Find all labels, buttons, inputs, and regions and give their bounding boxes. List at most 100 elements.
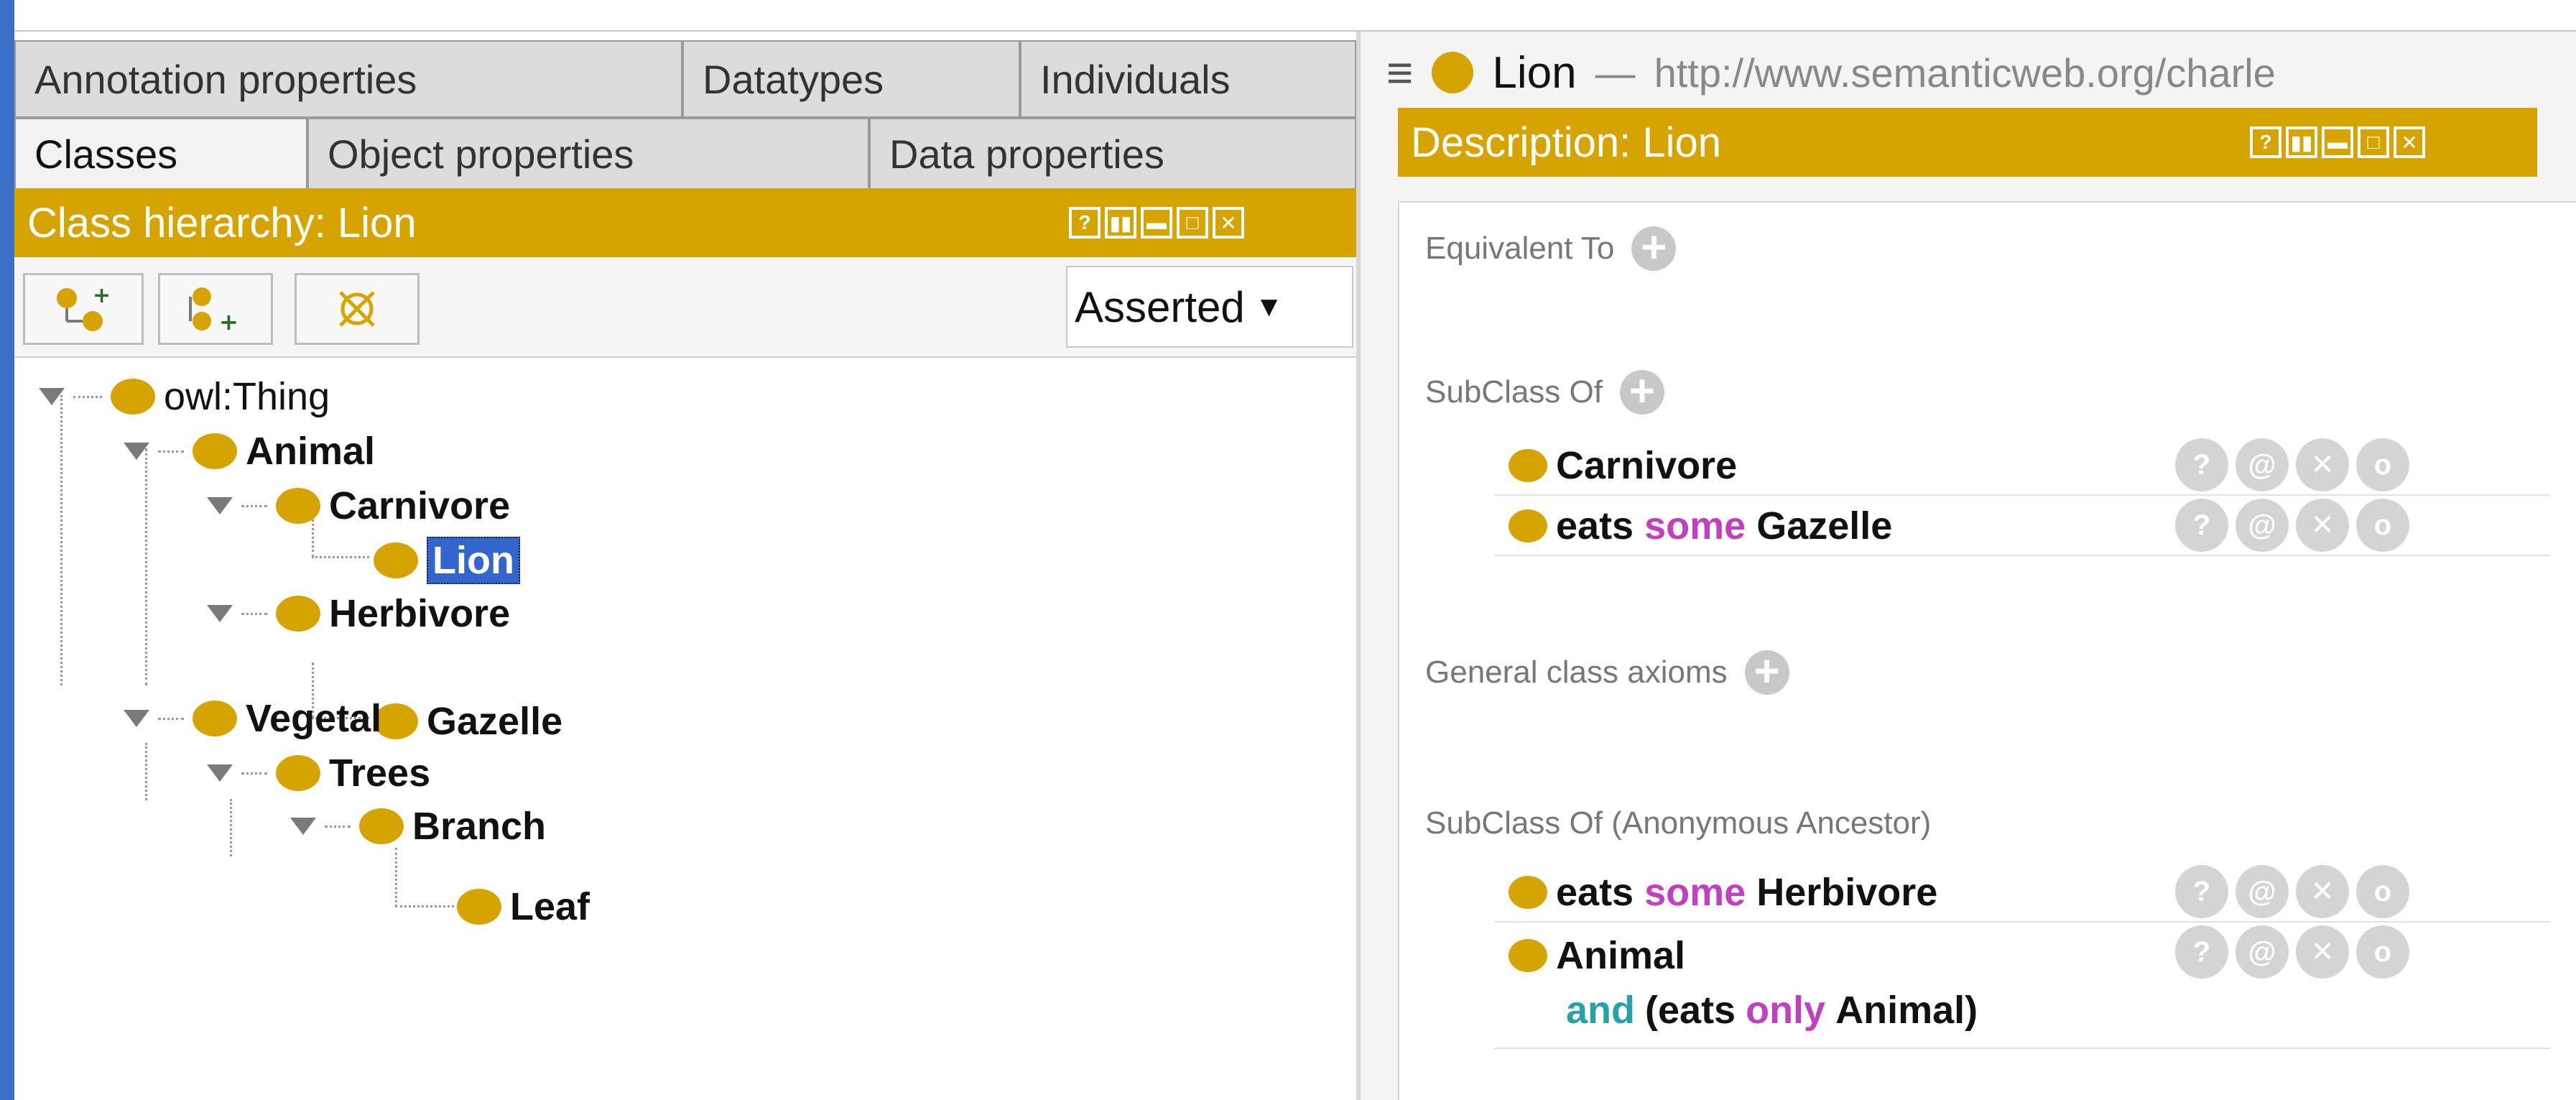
general-axioms-section: General class axioms + <box>1425 647 1789 698</box>
explain-icon[interactable]: ? <box>2175 438 2228 491</box>
tab-individuals[interactable]: Individuals <box>1020 40 1356 118</box>
close-view-icon[interactable]: ✕ <box>1213 207 1244 239</box>
keyword-only: only <box>1746 989 1826 1032</box>
explain-icon[interactable]: ? <box>2175 865 2228 918</box>
tab-datatypes[interactable]: Datatypes <box>682 40 1020 118</box>
property-name: eats <box>1556 871 1634 914</box>
chevron-down-icon: ▼ <box>1254 290 1284 323</box>
filler-class: Gazelle <box>1756 504 1893 547</box>
dropdown-value: Asserted <box>1075 282 1245 331</box>
tree-node-carnivore[interactable]: Carnivore <box>207 483 510 529</box>
explain-icon[interactable]: ? <box>2175 925 2228 979</box>
add-general-axiom-button[interactable]: + <box>1744 650 1789 695</box>
axiom-row[interactable]: Carnivore ? @ ✕ o <box>1494 435 2550 496</box>
tree-node-lion[interactable]: Lion <box>374 537 520 584</box>
expand-arrow-icon[interactable] <box>290 818 316 835</box>
add-equivalent-button[interactable]: + <box>1631 226 1677 271</box>
subclass-of-section: SubClass Of + <box>1425 366 1664 418</box>
axiom-row[interactable]: eats some Herbivore ? @ ✕ o <box>1494 862 2550 923</box>
tab-classes[interactable]: Classes <box>14 118 307 190</box>
class-hierarchy-header: Class hierarchy: Lion ? ▮▮ ▬ □ ✕ <box>14 188 1356 257</box>
keyword-some: some <box>1644 871 1746 914</box>
class-icon <box>1432 52 1474 93</box>
axiom-row[interactable]: eats some Gazelle ? @ ✕ o <box>1494 496 2550 556</box>
node-label: Animal <box>246 430 376 473</box>
expand-arrow-icon[interactable] <box>124 710 149 727</box>
help-icon[interactable]: ? <box>2250 126 2281 158</box>
add-sibling-button[interactable]: + <box>158 273 273 345</box>
maximize-icon[interactable]: □ <box>2358 126 2389 158</box>
description-header: Description: Lion ? ▮▮ ▬ □ ✕ <box>1398 108 2537 177</box>
tree-node-leaf[interactable]: Leaf <box>457 884 590 930</box>
node-label: Vegetal <box>246 697 382 740</box>
menu-icon[interactable]: ≡ <box>1386 46 1413 99</box>
annotate-icon[interactable]: @ <box>2236 438 2289 491</box>
edit-icon[interactable]: o <box>2356 925 2409 979</box>
tree-node-vegetal[interactable]: Vegetal <box>124 695 381 741</box>
property-name: eats <box>1556 504 1634 547</box>
entity-header: ≡ Lion — http://www.semanticweb.org/char… <box>1386 40 2276 105</box>
filler-class: Animal) <box>1835 989 1978 1032</box>
tab-label: Annotation properties <box>34 56 417 102</box>
tab-data-properties[interactable]: Data properties <box>869 118 1356 190</box>
node-label: Trees <box>329 752 431 795</box>
axiom-actions: ? @ ✕ o <box>2175 499 2409 552</box>
tab-annotation-properties[interactable]: Annotation properties <box>14 40 682 118</box>
expand-arrow-icon[interactable] <box>207 764 233 782</box>
expand-arrow-icon[interactable] <box>39 388 65 405</box>
annotate-icon[interactable]: @ <box>2236 499 2289 552</box>
add-superclass-button[interactable]: + <box>1619 369 1664 415</box>
axiom-actions: ? @ ✕ o <box>2175 438 2409 491</box>
node-label-selected: Lion <box>427 537 520 584</box>
node-label: Carnivore <box>329 484 511 527</box>
tab-object-properties[interactable]: Object properties <box>307 118 869 190</box>
axiom-text: eats some Herbivore <box>1556 870 1937 915</box>
annotate-icon[interactable]: @ <box>2236 865 2289 918</box>
section-title: SubClass Of <box>1425 374 1603 410</box>
keyword-and: and <box>1566 989 1636 1032</box>
tree-node-animal[interactable]: Animal <box>124 428 375 474</box>
split-horizontal-icon[interactable]: ▬ <box>2322 126 2353 158</box>
tree-connector <box>60 395 62 685</box>
expand-arrow-icon[interactable] <box>207 605 233 622</box>
class-icon <box>276 596 320 632</box>
tree-node-herbivore[interactable]: Herbivore <box>207 591 510 637</box>
edit-icon[interactable]: o <box>2356 499 2409 552</box>
maximize-icon[interactable]: □ <box>1177 207 1208 239</box>
node-label: Branch <box>412 805 547 848</box>
edit-icon[interactable]: o <box>2356 865 2409 918</box>
delete-icon[interactable]: ✕ <box>2296 865 2349 918</box>
window-edge <box>0 0 14 1100</box>
tree-node-branch[interactable]: Branch <box>290 803 546 849</box>
split-vertical-icon[interactable]: ▮▮ <box>2286 126 2317 158</box>
annotate-icon[interactable]: @ <box>2236 925 2289 979</box>
help-icon[interactable]: ? <box>1069 207 1101 239</box>
delete-class-icon <box>339 291 375 327</box>
axiom-row[interactable]: Animal and (eats only Animal) ? @ ✕ o <box>1494 923 2550 1049</box>
tree-node-trees[interactable]: Trees <box>207 750 430 796</box>
class-icon <box>457 889 501 925</box>
edit-icon[interactable]: o <box>2356 438 2409 491</box>
split-horizontal-icon[interactable]: ▬ <box>1141 207 1172 239</box>
add-subclass-button[interactable]: + <box>23 273 144 345</box>
tree-connector <box>395 848 397 907</box>
delete-icon[interactable]: ✕ <box>2296 438 2349 491</box>
class-icon <box>1509 876 1547 909</box>
delete-icon[interactable]: ✕ <box>2296 925 2349 979</box>
axiom-actions: ? @ ✕ o <box>2175 925 2409 979</box>
tree-node-owl-thing[interactable]: owl:Thing <box>39 374 330 420</box>
expand-arrow-icon[interactable] <box>124 443 149 460</box>
class-icon <box>111 379 155 415</box>
split-vertical-icon[interactable]: ▮▮ <box>1105 207 1136 239</box>
class-icon <box>1509 509 1547 542</box>
explain-icon[interactable]: ? <box>2175 499 2228 552</box>
delete-class-button[interactable] <box>295 273 420 345</box>
tree-connector <box>312 556 369 558</box>
expand-arrow-icon[interactable] <box>207 497 233 514</box>
node-label: Gazelle <box>427 700 563 743</box>
close-view-icon[interactable]: ✕ <box>2394 126 2425 158</box>
entity-name: Lion <box>1492 47 1577 98</box>
tree-node-gazelle[interactable]: Gazelle <box>374 698 562 744</box>
delete-icon[interactable]: ✕ <box>2296 499 2349 552</box>
hierarchy-mode-dropdown[interactable]: Asserted ▼ <box>1066 266 1353 348</box>
